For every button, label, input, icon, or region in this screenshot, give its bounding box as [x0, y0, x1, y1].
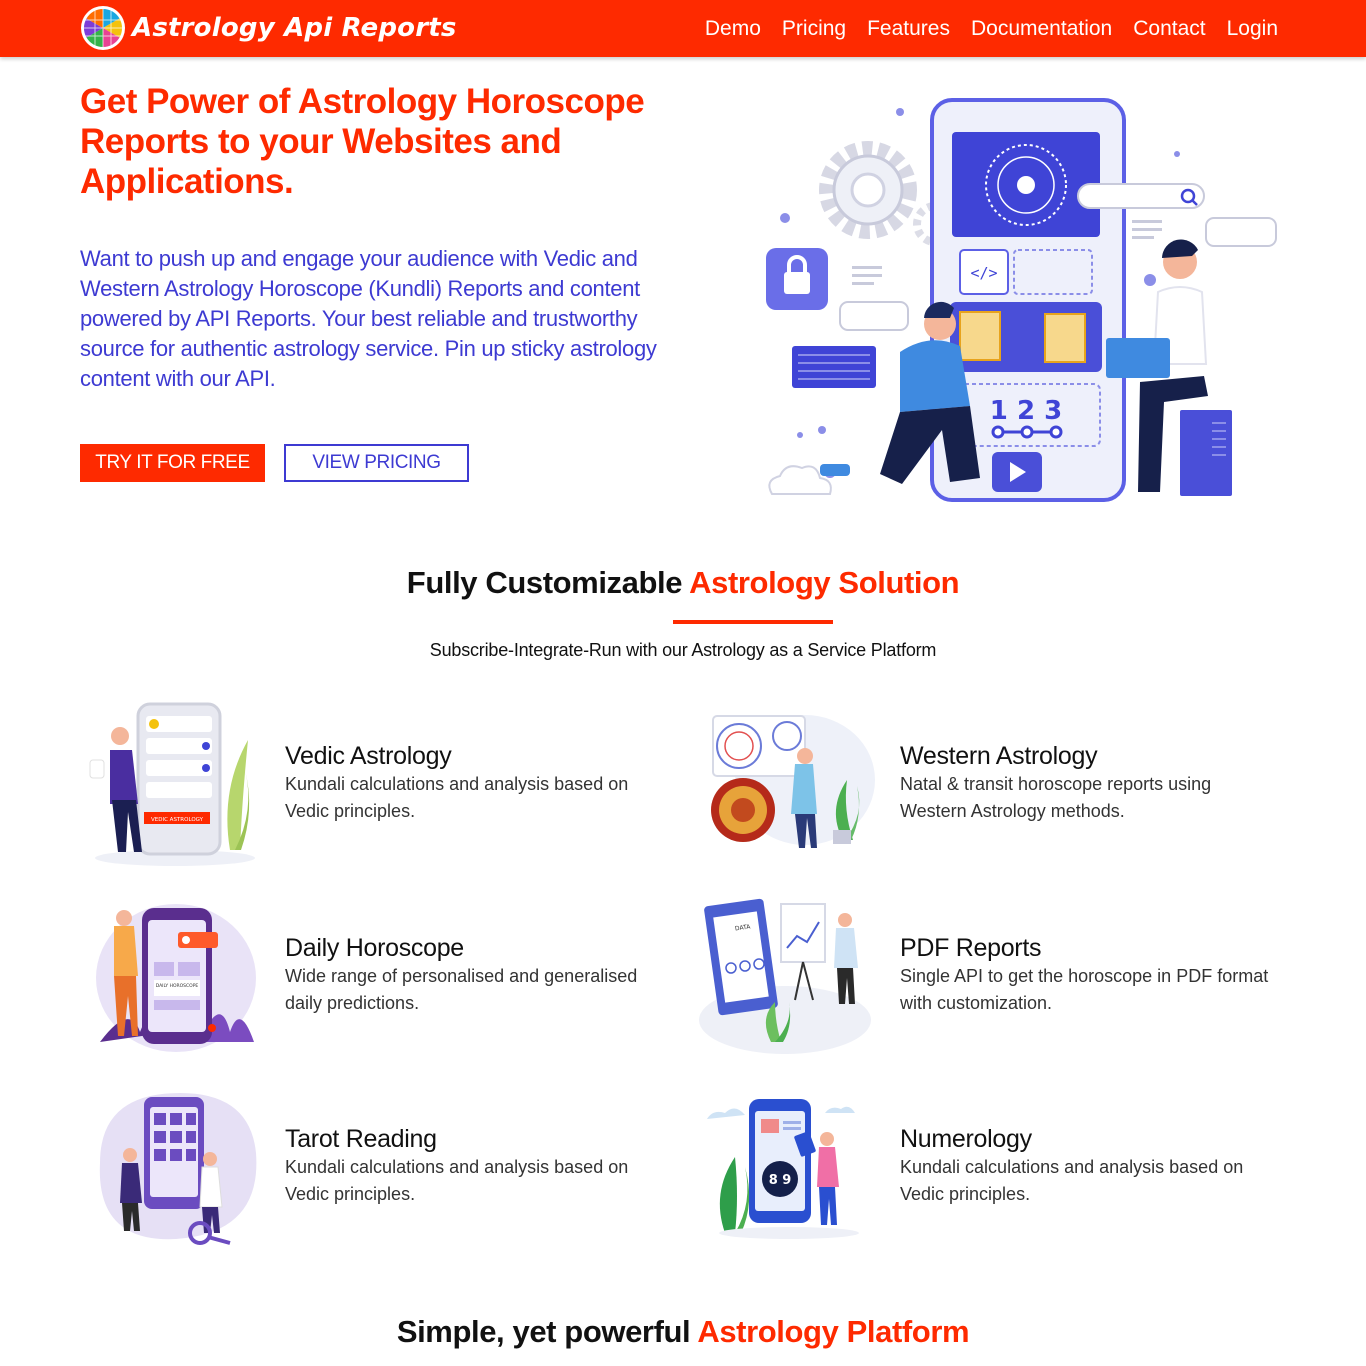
feature-numerology: 8 9 Numerology Kundali calculations and …: [695, 1083, 1295, 1253]
illustration-digits: 1 2 3: [990, 396, 1062, 426]
feature-vedic-astrology: VEDIC ASTROLOGY Vedic Astrology Kundali …: [80, 700, 680, 870]
nav-demo[interactable]: Demo: [705, 17, 761, 41]
solution-title-plain: Fully Customizable: [406, 565, 690, 600]
title-underline: [673, 620, 833, 624]
nav-features[interactable]: Features: [867, 17, 950, 41]
feature-description: Natal & transit horoscope reports using …: [900, 774, 1212, 821]
nav-contact[interactable]: Contact: [1133, 17, 1205, 41]
brand-link[interactable]: Astrology Api Reports: [80, 5, 457, 51]
pdf-reports-illustration: DATA: [699, 898, 871, 1054]
platform-title-accent: Astrology Platform: [697, 1314, 970, 1349]
feature-title: Numerology: [900, 1125, 1032, 1153]
hero-description: Want to push up and engage your audience…: [80, 246, 657, 391]
nav-documentation[interactable]: Documentation: [971, 17, 1112, 41]
lock-icon: [766, 248, 828, 310]
brand-name: Astrology Api Reports: [132, 13, 457, 43]
feature-title: Vedic Astrology: [285, 742, 452, 770]
feature-daily-horoscope: DAILY HOROSCOPE Daily Horoscope Wide ran…: [80, 892, 680, 1062]
platform-section-title: Simple, yet powerful Astrology Platform: [0, 1314, 1366, 1350]
top-navbar: Astrology Api Reports Demo Pricing Featu…: [0, 0, 1366, 57]
code-icon: </>: [970, 264, 997, 282]
numerology-badge-text: 8 9: [769, 1173, 792, 1188]
feature-western-astrology: Western Astrology Natal & transit horosc…: [695, 700, 1295, 870]
feature-title: Daily Horoscope: [285, 934, 464, 962]
nav-login[interactable]: Login: [1227, 17, 1278, 41]
daily-badge-text: DAILY HOROSCOPE: [156, 983, 199, 989]
solution-subtitle: Subscribe-Integrate-Run with our Astrolo…: [429, 640, 937, 660]
main-nav: Demo Pricing Features Documentation Cont…: [684, 0, 1278, 57]
solution-section-title: Fully Customizable Astrology Solution: [0, 565, 1366, 601]
feature-description: Kundali calculations and analysis based …: [285, 774, 629, 821]
vedic-badge-text: VEDIC ASTROLOGY: [151, 817, 204, 823]
feature-description: Single API to get the horoscope in PDF f…: [900, 966, 1269, 1013]
tarot-reading-illustration: [99, 1093, 257, 1245]
try-free-button[interactable]: TRY IT FOR FREE: [80, 444, 265, 482]
numerology-illustration: 8 9: [707, 1099, 859, 1239]
hero-illustration: </> 1 2 3: [766, 98, 1277, 502]
feature-description: Wide range of personalised and generalis…: [285, 966, 638, 1013]
hero-title: Get Power of Astrology Horoscope Reports…: [80, 82, 645, 201]
platform-title-plain: Simple, yet powerful: [396, 1314, 698, 1349]
feature-description: Kundali calculations and analysis based …: [900, 1157, 1244, 1204]
solution-title-accent: Astrology Solution: [689, 565, 960, 600]
view-pricing-button[interactable]: VIEW PRICING: [284, 444, 469, 482]
feature-title: PDF Reports: [900, 934, 1042, 962]
feature-description: Kundali calculations and analysis based …: [285, 1157, 629, 1204]
brand-logo-icon: [81, 6, 125, 50]
daily-horoscope-illustration: DAILY HOROSCOPE: [96, 904, 256, 1052]
feature-tarot-reading: Tarot Reading Kundali calculations and a…: [80, 1083, 680, 1253]
western-astrology-illustration: [711, 715, 875, 848]
vedic-astrology-illustration: VEDIC ASTROLOGY: [89, 702, 255, 866]
feature-title: Tarot Reading: [285, 1125, 437, 1153]
feature-title: Western Astrology: [900, 742, 1098, 770]
feature-pdf-reports: DATA PDF Reports Single API to get the h…: [695, 892, 1295, 1062]
nav-pricing[interactable]: Pricing: [782, 17, 846, 41]
gear-icon: [819, 141, 917, 239]
